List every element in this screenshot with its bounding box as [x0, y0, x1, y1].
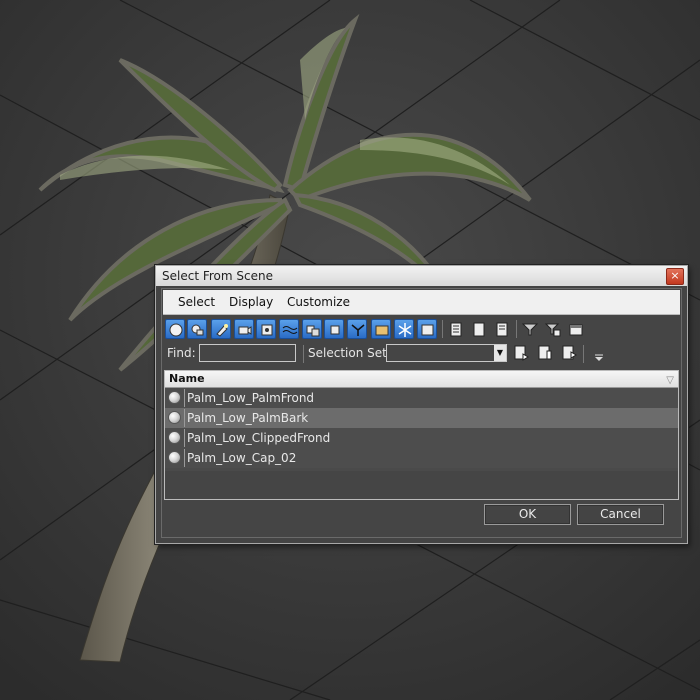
close-icon[interactable]: × [666, 268, 684, 285]
select-invert-icon[interactable] [492, 319, 512, 339]
chevron-down-icon[interactable]: ▼ [494, 345, 506, 361]
list-item[interactable]: Palm_Low_Cap_02 [165, 448, 678, 468]
columns-icon[interactable] [566, 319, 586, 339]
list-item-name: Palm_Low_Cap_02 [184, 449, 296, 467]
geometry-object-icon [168, 431, 181, 444]
display-toolbar [165, 318, 678, 340]
menu-bar: Select Display Customize [163, 290, 680, 315]
menu-display[interactable]: Display [224, 290, 278, 314]
find-separator-2 [583, 345, 584, 363]
cancel-button[interactable]: Cancel [577, 504, 664, 525]
sort-icon[interactable]: ▽ [666, 373, 674, 389]
selection-set-label: Selection Set: [308, 346, 391, 360]
display-lights-icon[interactable] [211, 319, 231, 339]
toolbar-separator [442, 320, 443, 338]
display-hidden-icon[interactable] [417, 319, 437, 339]
geometry-object-icon [168, 391, 181, 404]
geometry-object-icon [168, 411, 181, 424]
selection-set-edit-icon[interactable] [535, 343, 555, 363]
selection-set-remove-icon[interactable] [559, 343, 579, 363]
list-item-name: Palm_Low_PalmFrond [184, 389, 314, 407]
list-item[interactable]: Palm_Low_PalmFrond [165, 388, 678, 408]
ok-button[interactable]: OK [484, 504, 571, 525]
selection-set-dropdown[interactable]: ▼ [386, 344, 507, 362]
dialog-body: Select Display Customize Find: Selection… [161, 288, 682, 538]
list-item-name: Palm_Low_ClippedFrond [184, 429, 330, 447]
menu-select[interactable]: Select [173, 290, 220, 314]
list-item-selected[interactable]: Palm_Low_PalmBark [165, 408, 678, 428]
selection-set-create-icon[interactable] [511, 343, 531, 363]
toolbar-overflow-icon[interactable] [589, 345, 609, 365]
find-label: Find: [167, 346, 196, 360]
list-empty-area[interactable] [165, 471, 678, 499]
display-bones-icon[interactable] [347, 319, 367, 339]
find-row: Find: Selection Set: ▼ [165, 342, 678, 366]
display-xrefs-icon[interactable] [324, 319, 344, 339]
list-item[interactable]: Palm_Low_ClippedFrond [165, 428, 678, 448]
select-all-icon[interactable] [446, 319, 466, 339]
display-cameras-icon[interactable] [234, 319, 254, 339]
dialog-title: Select From Scene [162, 269, 273, 283]
object-list: Name ▽ Palm_Low_PalmFrond Palm_Low_PalmB… [164, 370, 679, 500]
display-geometry-icon[interactable] [165, 319, 185, 339]
dialog-titlebar[interactable]: Select From Scene × [156, 266, 687, 286]
filter-list-icon[interactable] [543, 319, 563, 339]
list-item-name: Palm_Low_PalmBark [184, 409, 308, 427]
column-header-name[interactable]: Name ▽ [165, 371, 678, 388]
geometry-object-icon [168, 451, 181, 464]
display-groups-icon[interactable] [302, 319, 322, 339]
display-helpers-icon[interactable] [256, 319, 276, 339]
display-frozen-icon[interactable] [394, 319, 414, 339]
menu-customize[interactable]: Customize [282, 290, 355, 314]
select-from-scene-dialog: Select From Scene × Select Display Custo… [155, 265, 688, 544]
select-none-icon[interactable] [469, 319, 489, 339]
toolbar-separator [516, 320, 517, 338]
display-shapes-icon[interactable] [187, 319, 207, 339]
display-containers-icon[interactable] [371, 319, 391, 339]
find-input[interactable] [199, 344, 296, 362]
column-header-label: Name [169, 372, 205, 385]
filter-icon[interactable] [520, 319, 540, 339]
find-separator [303, 345, 304, 363]
display-spacewarps-icon[interactable] [279, 319, 299, 339]
